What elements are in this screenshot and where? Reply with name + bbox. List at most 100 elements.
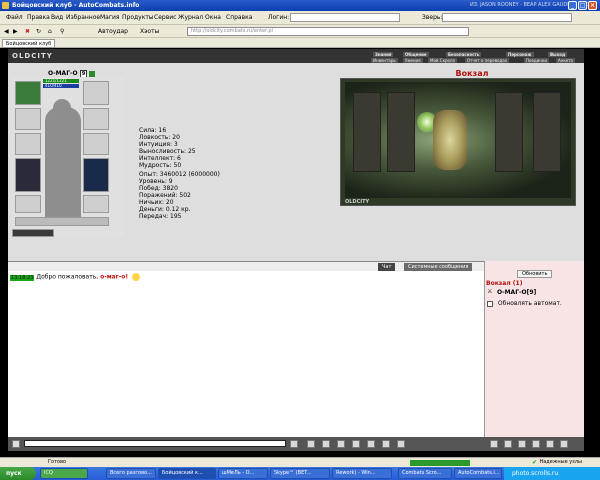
forward-icon[interactable]: ▶ xyxy=(13,28,18,35)
task-rework[interactable]: Rework) - Win... xyxy=(332,468,392,479)
stats-extra-block: Опыт: 3460012 (6000000) Уровень: 9 Побед… xyxy=(139,171,259,220)
clan-menu-icon[interactable] xyxy=(546,440,554,448)
stat-agility: Ловкость: 20 xyxy=(139,134,180,141)
menu-tools[interactable]: Сервис xyxy=(154,14,176,21)
server-field[interactable] xyxy=(442,13,572,22)
home-icon[interactable]: ⌂ xyxy=(48,28,52,35)
refresh-icon[interactable]: ↻ xyxy=(36,28,41,35)
minimize-button[interactable]: _ xyxy=(568,1,577,10)
tab-combats[interactable]: Бойцовский клуб xyxy=(2,39,56,48)
maximize-button[interactable]: □ xyxy=(578,1,587,10)
character-silhouette xyxy=(45,107,81,222)
settings-icon[interactable] xyxy=(560,440,568,448)
menu-favorites[interactable]: Избранное xyxy=(66,14,100,21)
chat-area: 13:18:23 Добро пожаловать, о-маг-о! xyxy=(8,271,484,437)
scene-image xyxy=(345,82,571,198)
menu-windows[interactable]: Окна xyxy=(205,14,221,21)
info-icon[interactable] xyxy=(518,440,526,448)
autostart-button[interactable]: Автоудар xyxy=(98,28,128,35)
nav-character[interactable]: Персонаж xyxy=(506,52,534,57)
armor-slot[interactable] xyxy=(15,158,41,192)
window-titlebar: Бойцовский клуб - AutoCombats.info ИЗ. J… xyxy=(0,0,600,19)
transfer-icon[interactable] xyxy=(532,440,540,448)
task-conversation[interactable]: Всего разгово... xyxy=(106,468,156,479)
stat-wins: Побед: 3820 xyxy=(139,185,178,192)
nav-exit[interactable]: Выход xyxy=(548,52,568,57)
task-combats-scroll[interactable]: Combats Scro... xyxy=(398,468,452,479)
weapon-slot[interactable] xyxy=(15,133,41,155)
ring-slot[interactable] xyxy=(83,133,109,155)
map-icon[interactable] xyxy=(504,440,512,448)
nav-duels[interactable]: Поединки xyxy=(524,58,549,63)
pause-icon[interactable] xyxy=(352,440,360,448)
shield-slot[interactable] xyxy=(83,158,109,192)
nav-profile[interactable]: Анкета xyxy=(556,58,576,63)
chat-nick[interactable]: о-маг-о! xyxy=(100,274,128,281)
nav-my-scroll[interactable]: Мой Скролл xyxy=(428,58,458,63)
task-skype[interactable]: Skype™ (BET... xyxy=(270,468,330,479)
smiles-icon[interactable] xyxy=(397,440,405,448)
stat-strength: Сила: 16 xyxy=(139,127,167,134)
nav-security[interactable]: Безопасность xyxy=(446,52,482,57)
auto-refresh-checkbox[interactable] xyxy=(487,300,493,307)
task-autocombats[interactable]: AutoCombats.i... xyxy=(454,468,502,479)
boots-slot[interactable] xyxy=(83,195,109,213)
belt-slot[interactable] xyxy=(15,195,41,213)
refresh-button[interactable]: Обновить xyxy=(517,270,553,278)
tab-system-messages[interactable]: Системные сообщения xyxy=(404,263,473,271)
scene-character[interactable] xyxy=(433,110,467,170)
menu-help[interactable]: Справка xyxy=(226,14,252,21)
scene-door-right[interactable] xyxy=(495,92,523,172)
nav-inventory[interactable]: Инвентарь xyxy=(371,58,398,63)
stat-intellect: Интеллект: 6 xyxy=(139,155,181,162)
chat-menu-icon[interactable] xyxy=(12,440,20,448)
scene-door-left2[interactable] xyxy=(387,92,415,172)
tab-chat[interactable]: Чат xyxy=(378,263,396,271)
nav-transfer-report[interactable]: Отчет о переводах xyxy=(465,58,510,63)
task-shmel[interactable]: шМеЛь - О... xyxy=(218,468,268,479)
auto-refresh-option[interactable]: Обновлять автомат. xyxy=(487,300,562,307)
menu-magic[interactable]: Магия xyxy=(100,14,120,21)
earring-slot[interactable] xyxy=(83,81,109,105)
back-icon[interactable]: ◀ xyxy=(4,28,9,35)
scene-door-left[interactable] xyxy=(353,92,381,172)
nav-toolbar: ◀ ▶ ✖ ↻ ⌂ ⚲ Автоудар Хэоты http://oldcit… xyxy=(0,25,600,38)
menu-view[interactable]: Вид xyxy=(51,14,63,21)
menu-journal[interactable]: Журнал xyxy=(178,14,203,21)
task-combats[interactable]: Бойцовский к... xyxy=(158,468,216,479)
send-icon[interactable] xyxy=(290,440,298,448)
close-button[interactable]: × xyxy=(588,1,597,10)
nav-skills[interactable]: Умения xyxy=(403,58,423,63)
scene-door-right2[interactable] xyxy=(533,92,561,172)
nav-communication[interactable]: Общение xyxy=(403,52,429,57)
menu-file[interactable]: Файл xyxy=(6,14,23,21)
helmet-slot[interactable] xyxy=(15,81,41,105)
chat-input[interactable] xyxy=(24,440,286,447)
address-bar[interactable]: http://oldcity.combats.ru/enter.pl xyxy=(187,27,469,36)
task-icq[interactable]: ICQ xyxy=(40,468,88,479)
nav-knowledge[interactable]: Знания xyxy=(373,52,394,57)
bracer-slot[interactable] xyxy=(15,108,41,130)
sound-icon[interactable] xyxy=(337,440,345,448)
scene-logo: OLDCITY xyxy=(345,199,370,205)
menu-edit[interactable]: Правка xyxy=(27,14,50,21)
filter-icon[interactable] xyxy=(322,440,330,448)
mp-bar: 410/410 xyxy=(43,83,79,88)
inventory-icon[interactable] xyxy=(490,440,498,448)
private-icon[interactable] xyxy=(367,440,375,448)
amulet-slot[interactable] xyxy=(83,108,109,130)
login-field[interactable] xyxy=(290,13,400,22)
game-logo: OLDCITY xyxy=(12,52,53,60)
favorites-button[interactable]: Хэоты xyxy=(140,28,159,35)
menu-products[interactable]: Продукты xyxy=(122,14,154,21)
player-icon: ⚔ xyxy=(487,288,493,295)
clear-icon[interactable] xyxy=(307,440,315,448)
location-scene[interactable]: OLDCITY xyxy=(340,78,576,206)
start-button[interactable]: пуск xyxy=(0,467,36,480)
search-icon[interactable]: ⚲ xyxy=(60,28,64,35)
stop-icon[interactable]: ✖ xyxy=(25,28,30,35)
room-player[interactable]: О-МАГ-О[9] xyxy=(497,289,536,296)
spell-slots[interactable] xyxy=(15,217,109,226)
fight-icon[interactable] xyxy=(382,440,390,448)
stat-money: Деньги: 0.12 кр. xyxy=(139,206,191,213)
